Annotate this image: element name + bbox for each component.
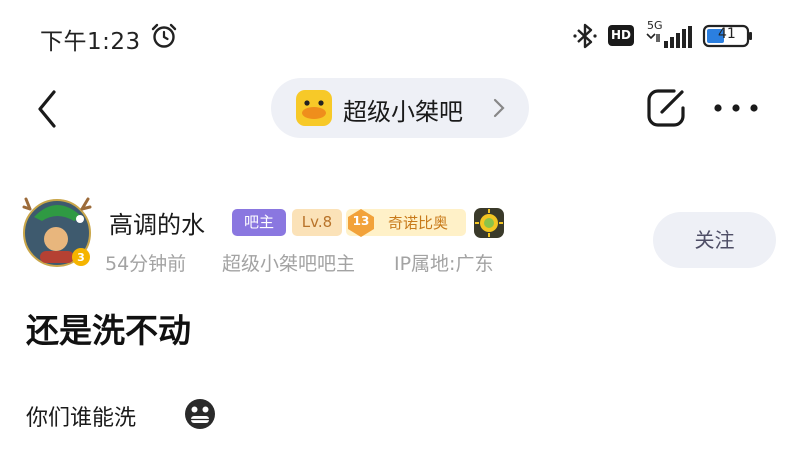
sun-badge-icon — [474, 208, 504, 238]
forum-name: 超级小桀吧 — [343, 98, 463, 126]
author-role: 超级小桀吧吧主 — [222, 253, 356, 275]
level-badge: Lv.8 — [292, 209, 342, 236]
status-time: 下午1:23 — [40, 29, 141, 55]
post-body: 你们谁能洗 — [26, 406, 137, 431]
avatar-badge-number: 3 — [77, 251, 85, 264]
alarm-icon — [151, 23, 177, 48]
battery-level: 41 — [718, 26, 736, 42]
more-icon[interactable] — [712, 94, 760, 122]
post-time: 54分钟前 — [105, 253, 187, 275]
grin-emoji-icon — [185, 399, 215, 429]
forum-pill[interactable]: 超级小桀吧 — [271, 78, 529, 138]
duck-icon — [296, 90, 332, 126]
edit-icon[interactable] — [644, 86, 688, 130]
avatar[interactable]: 3 — [20, 193, 98, 271]
bluetooth-icon — [573, 23, 597, 49]
post-title: 还是洗不动 — [26, 311, 191, 350]
title-badge-number: 13 — [352, 214, 370, 228]
back-icon[interactable] — [30, 86, 64, 132]
follow-button[interactable]: 关注 — [653, 212, 776, 268]
title-badge: 13 奇诺比奥 — [346, 209, 466, 237]
chevron-right-icon — [493, 98, 505, 118]
owner-badge: 吧主 — [232, 209, 286, 236]
hd-badge: HD — [608, 25, 634, 46]
title-badge-text: 奇诺比奥 — [388, 214, 449, 232]
signal-icon — [646, 26, 692, 48]
author-name[interactable]: 高调的水 — [109, 205, 205, 240]
ip-location: IP属地:广东 — [394, 253, 494, 275]
